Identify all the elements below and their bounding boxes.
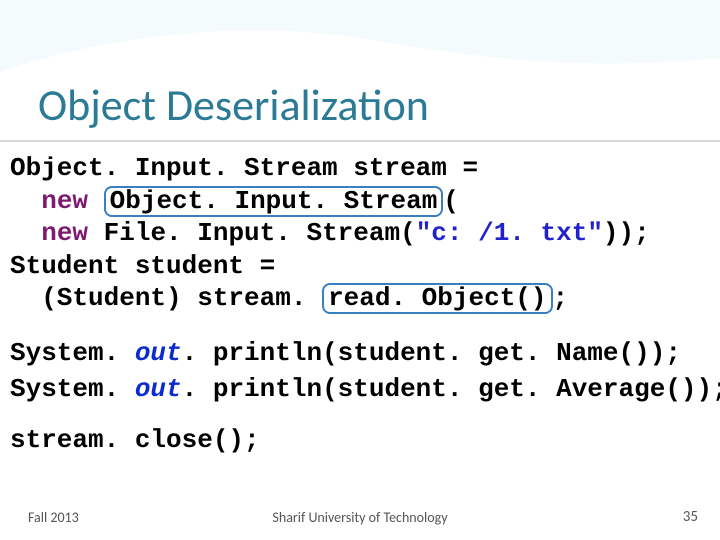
code-line-2: new Object. Input. Stream( — [10, 185, 720, 218]
highlight-object-input-stream: Object. Input. Stream — [104, 186, 444, 217]
title-underline — [0, 140, 720, 142]
code-line-6: System. out. println(student. get. Name(… — [10, 337, 720, 370]
code-line-8: stream. close(); — [10, 424, 720, 457]
code-line-1: Object. Input. Stream stream = — [10, 152, 720, 185]
code-line-7: System. out. println(student. get. Avera… — [10, 373, 720, 406]
decorative-swoosh — [0, 0, 720, 80]
code-line-3: new File. Input. Stream("c: /1. txt")); — [10, 217, 720, 250]
footer-org: Sharif University of Technology — [272, 509, 447, 526]
footer-date: Fall 2013 — [28, 509, 79, 526]
code-line-5: (Student) stream. read. Object(); — [10, 282, 720, 315]
code-block: Object. Input. Stream stream = new Objec… — [10, 152, 720, 456]
slide-title: Object Deserialization — [38, 78, 429, 132]
code-line-4: Student student = — [10, 250, 720, 283]
highlight-read-object: read. Object() — [322, 283, 552, 314]
slide-number: 35 — [683, 508, 698, 526]
